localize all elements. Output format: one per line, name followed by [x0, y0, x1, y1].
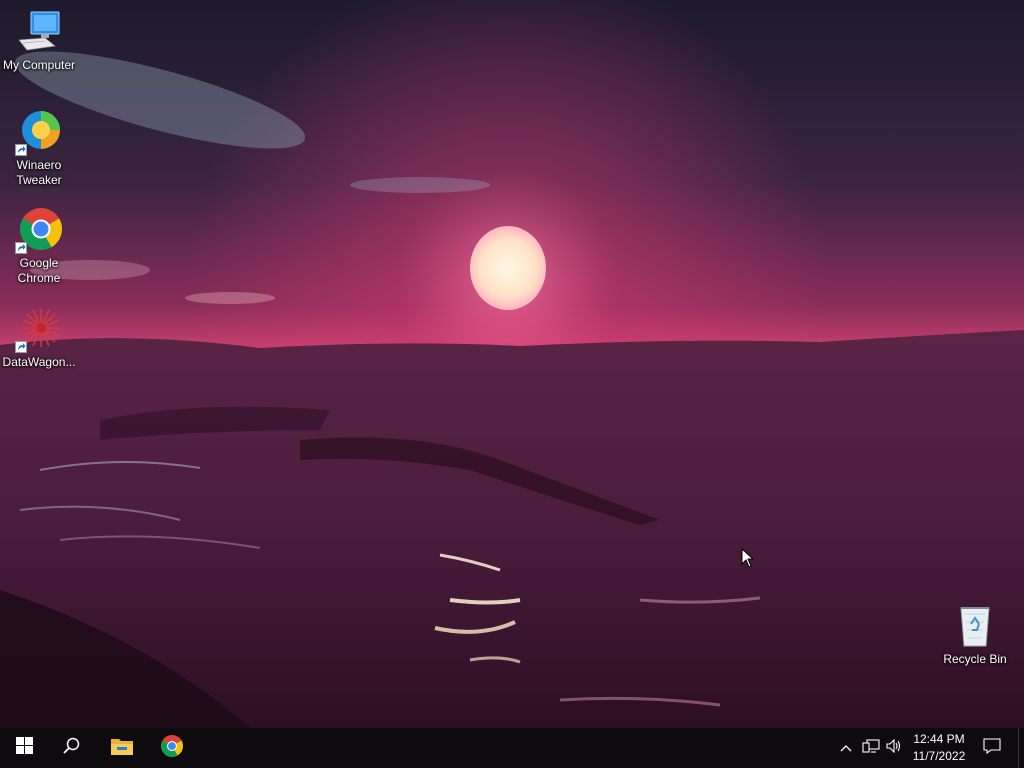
computer-icon [15, 8, 63, 56]
show-hidden-icons-button[interactable] [835, 728, 857, 768]
desktop-icon-winaero-tweaker[interactable]: Winaero Tweaker [1, 108, 77, 188]
desktop-icon-label: My Computer [2, 58, 76, 72]
desktop-wallpaper [0, 0, 1024, 728]
chrome-icon [160, 734, 184, 763]
speaker-icon [886, 738, 902, 758]
notification-icon [983, 737, 1001, 759]
search-icon [63, 737, 81, 760]
taskbar: 12:44 PM 11/7/2022 [0, 728, 1024, 768]
desktop-icon-label: Winaero Tweaker [16, 158, 62, 187]
chrome-icon [15, 206, 63, 254]
taskbar-chrome[interactable] [148, 728, 196, 768]
desktop-icon-my-computer[interactable]: My Computer [1, 8, 77, 73]
datawagon-icon [15, 305, 63, 353]
desktop-icon-label: Recycle Bin [943, 652, 1007, 666]
volume-tray-button[interactable] [883, 728, 905, 768]
taskbar-clock[interactable]: 12:44 PM 11/7/2022 [905, 731, 973, 765]
shortcut-arrow-icon [15, 341, 27, 353]
show-desktop-button[interactable] [1018, 728, 1024, 768]
shortcut-arrow-icon [15, 144, 27, 156]
recycle-bin-icon [951, 602, 999, 650]
mouse-cursor-icon [741, 547, 755, 573]
desktop-icon-datawagon[interactable]: DataWagon... [1, 305, 77, 370]
chevron-up-icon [840, 739, 852, 757]
network-tray-button[interactable] [860, 728, 882, 768]
desktop-icon-label: Google Chrome [17, 256, 61, 285]
network-icon [862, 738, 880, 758]
clock-time: 12:44 PM [913, 732, 965, 746]
file-explorer-icon [110, 736, 134, 761]
shortcut-arrow-icon [15, 242, 27, 254]
taskbar-file-explorer[interactable] [98, 728, 146, 768]
winaero-tweaker-icon [15, 108, 63, 156]
desktop-icon-label: DataWagon... [2, 355, 76, 369]
start-button[interactable] [0, 728, 48, 768]
action-center-button[interactable] [980, 728, 1004, 768]
desktop-icon-google-chrome[interactable]: Google Chrome [1, 206, 77, 286]
windows-logo-icon [15, 737, 33, 759]
search-button[interactable] [48, 728, 96, 768]
clock-date: 11/7/2022 [912, 749, 966, 763]
desktop-icon-recycle-bin[interactable]: Recycle Bin [937, 602, 1013, 667]
